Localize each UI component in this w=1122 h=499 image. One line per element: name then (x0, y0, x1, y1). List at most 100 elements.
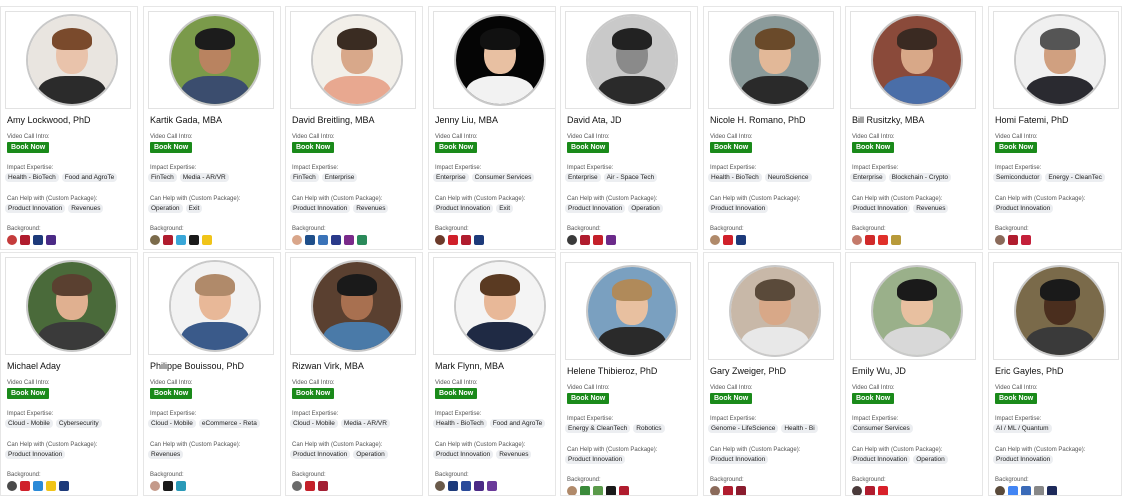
book-now-button[interactable]: Book Now (995, 142, 1038, 153)
background-logos (710, 486, 749, 495)
impact-tag[interactable]: NeuroScience (764, 173, 812, 182)
help-tag[interactable]: Product Innovation (850, 455, 911, 464)
advisor-card[interactable]: Bill Rusitzky, MBA Video Call Intro: Book … (845, 6, 983, 250)
book-now-button[interactable]: Book Now (292, 142, 335, 153)
book-now-button[interactable]: Book Now (852, 142, 895, 153)
book-now-button[interactable]: Book Now (292, 388, 335, 399)
advisor-card[interactable]: Michael Aday Video Call Intro: Book Now Imp… (0, 252, 138, 496)
help-tag[interactable]: Product Innovation (5, 204, 66, 213)
help-tag[interactable]: Product Innovation (433, 204, 494, 213)
impact-tag[interactable]: Enterprise (565, 173, 601, 182)
help-tag[interactable]: Operation (353, 450, 388, 459)
book-now-button[interactable]: Book Now (150, 142, 193, 153)
impact-tag[interactable]: Media - AR/VR (179, 173, 229, 182)
book-now-button[interactable]: Book Now (852, 393, 895, 404)
help-tag[interactable]: Product Innovation (850, 204, 911, 213)
advisor-card[interactable]: Nicole H. Romano, PhD Video Call Intro: Bo… (703, 6, 841, 250)
impact-tag[interactable]: Robotics (633, 424, 665, 433)
advisor-card[interactable]: Mark Flynn, MBA Video Call Intro: Book Now… (428, 252, 556, 496)
impact-tag[interactable]: Cloud - Mobile (5, 419, 53, 428)
impact-tag[interactable]: Energy - CleanTec (1045, 173, 1105, 182)
background-logos (7, 481, 72, 492)
help-tag[interactable]: Revenues (913, 204, 949, 213)
photo-frame (850, 262, 976, 360)
help-tag[interactable]: Operation (913, 455, 948, 464)
impact-tag[interactable]: Consumer Services (850, 424, 913, 433)
impact-tag[interactable]: FinTech (148, 173, 177, 182)
background-logo-icon (46, 481, 56, 491)
impact-tag[interactable]: Enterprise (433, 173, 469, 182)
impact-tag[interactable]: FinTech (290, 173, 319, 182)
advisor-name: Philippe Bouissou, PhD (150, 361, 245, 371)
impact-tag[interactable]: Genome - LifeScience (708, 424, 779, 433)
advisor-card[interactable]: Gary Zweiger, PhD Video Call Intro: Book N… (703, 252, 841, 496)
background-label: Background: (292, 472, 326, 478)
background-logos (150, 235, 215, 246)
avatar-body (741, 327, 809, 355)
impact-tag[interactable]: Food and AgroTe (489, 419, 546, 428)
help-tag[interactable]: Product Innovation (708, 455, 769, 464)
help-tag[interactable]: Product Innovation (708, 204, 769, 213)
background-label: Background: (150, 472, 184, 478)
impact-tag[interactable]: Enterprise (321, 173, 358, 182)
advisor-card[interactable]: Emily Wu, JD Video Call Intro: Book Now Imp… (845, 252, 983, 496)
help-tag[interactable]: Revenues (353, 204, 389, 213)
impact-tag[interactable]: Health - BioTech (433, 419, 487, 428)
advisor-card[interactable]: Helene Thibieroz, PhD Video Call Intro: Bo… (560, 252, 698, 496)
help-tag[interactable]: Product Innovation (5, 450, 66, 459)
advisor-name: Emily Wu, JD (852, 366, 906, 376)
help-tag[interactable]: Product Innovation (993, 455, 1054, 464)
impact-tag[interactable]: Media - AR/VR (340, 419, 390, 428)
impact-tag[interactable]: eCommerce - Reta (198, 419, 260, 428)
impact-tag[interactable]: AI / ML / Quantum (993, 424, 1052, 433)
help-tag[interactable]: Product Innovation (290, 450, 351, 459)
help-tag[interactable]: Exit (185, 204, 203, 213)
impact-tag[interactable]: Cybersecurity (55, 419, 102, 428)
book-now-button[interactable]: Book Now (710, 393, 753, 404)
book-now-button[interactable]: Book Now (435, 388, 478, 399)
help-tag[interactable]: Operation (628, 204, 663, 213)
help-tag[interactable]: Product Innovation (993, 204, 1054, 213)
impact-tag[interactable]: Food and AgroTe (61, 173, 118, 182)
advisor-card[interactable]: Kartik Gada, MBA Video Call Intro: Book No… (143, 6, 281, 250)
help-tag[interactable]: Exit (496, 204, 514, 213)
impact-tag[interactable]: Enterprise (850, 173, 886, 182)
help-tag[interactable]: Revenues (496, 450, 532, 459)
help-tag[interactable]: Product Innovation (290, 204, 351, 213)
book-now-button[interactable]: Book Now (7, 388, 50, 399)
book-now-button[interactable]: Book Now (567, 393, 610, 404)
advisor-card[interactable]: Philippe Bouissou, PhD Video Call Intro: B… (143, 252, 281, 496)
advisor-card[interactable]: Rizwan Virk, MBA Video Call Intro: Book No… (285, 252, 423, 496)
book-now-button[interactable]: Book Now (150, 388, 193, 399)
advisor-card[interactable]: Homi Fatemi, PhD Video Call Intro: Book No… (988, 6, 1122, 250)
advisor-card[interactable]: Amy Lockwood, PhD Video Call Intro: Book N… (0, 6, 138, 250)
help-tag[interactable]: Product Innovation (565, 204, 626, 213)
advisor-card[interactable]: Eric Gayles, PhD Video Call Intro: Book No… (988, 252, 1122, 496)
book-now-button[interactable]: Book Now (435, 142, 478, 153)
impact-tag[interactable]: Consumer Services (471, 173, 535, 182)
advisor-card[interactable]: David Ata, JD Video Call Intro: Book Now Im… (560, 6, 698, 250)
book-now-button[interactable]: Book Now (710, 142, 753, 153)
advisor-card[interactable]: David Breitling, MBA Video Call Intro: Boo… (285, 6, 423, 250)
help-tag[interactable]: Product Innovation (565, 455, 626, 464)
book-now-button[interactable]: Book Now (567, 142, 610, 153)
impact-tag[interactable]: Cloud - Mobile (290, 419, 338, 428)
impact-tag[interactable]: Energy & CleanTech (565, 424, 631, 433)
help-tag[interactable]: Revenues (148, 450, 184, 459)
book-now-button[interactable]: Book Now (7, 142, 50, 153)
impact-tag[interactable]: Health - Bi (781, 424, 818, 433)
help-tag[interactable]: Operation (148, 204, 183, 213)
impact-tag[interactable]: Health - BioTech (708, 173, 762, 182)
help-tag[interactable]: Product Innovation (433, 450, 494, 459)
impact-tag[interactable]: Semiconductor (993, 173, 1043, 182)
impact-tag[interactable]: Air - Space Tech (603, 173, 658, 182)
background-logo-icon (723, 486, 733, 495)
book-now-button[interactable]: Book Now (995, 393, 1038, 404)
background-logo-icon (357, 235, 367, 245)
impact-tag[interactable]: Blockchain - Crypto (888, 173, 951, 182)
impact-tag[interactable]: Health - BioTech (5, 173, 59, 182)
help-tag[interactable]: Revenues (68, 204, 104, 213)
background-logo-icon (878, 235, 888, 245)
impact-tag[interactable]: Cloud - Mobile (148, 419, 196, 428)
advisor-card[interactable]: Jenny Liu, MBA Video Call Intro: Book Now I… (428, 6, 556, 250)
